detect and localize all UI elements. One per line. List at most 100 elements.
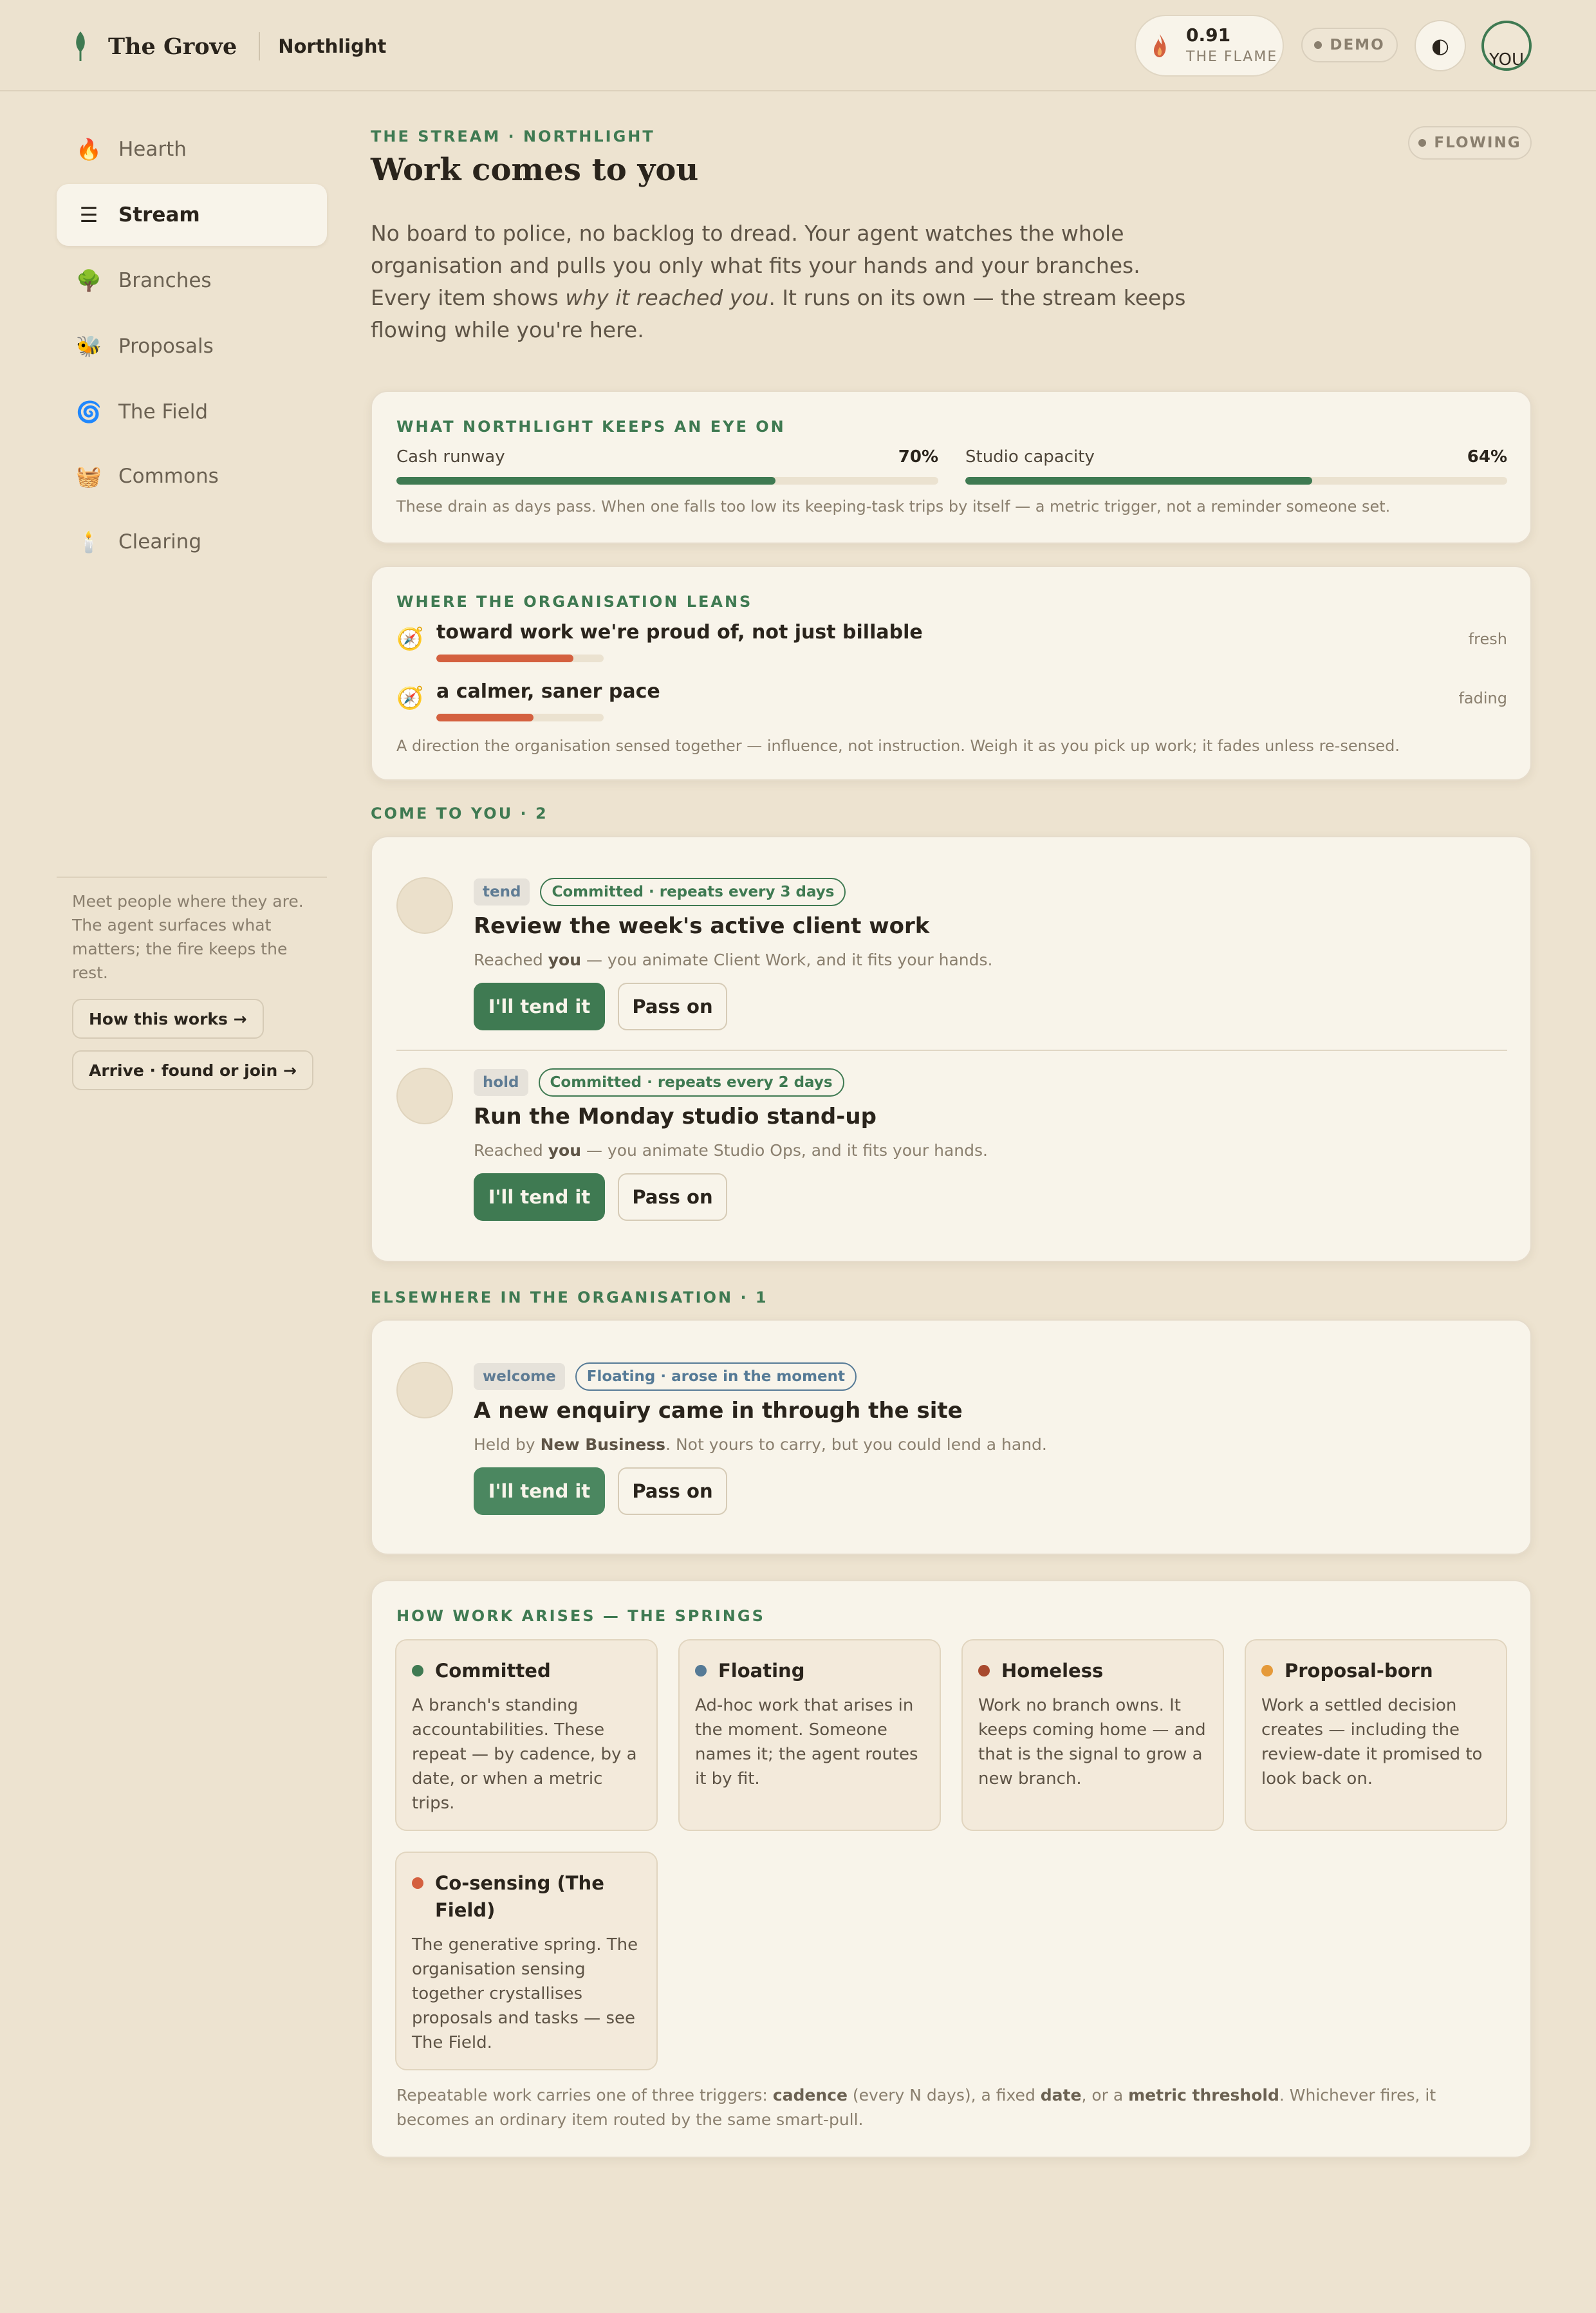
sidebar-divider [57, 877, 327, 878]
candle-icon: 🕯️ [76, 530, 102, 554]
sidebar-item-proposals[interactable]: 🐝 Proposals [57, 315, 327, 377]
foot-emphasis: metric threshold [1128, 2086, 1279, 2104]
spring-dot-icon [695, 1665, 707, 1677]
item-divider [396, 1050, 1507, 1051]
metric-label: Studio capacity [965, 447, 1095, 467]
basket-icon: 🧺 [76, 464, 102, 488]
tree-icon: 🌳 [76, 268, 102, 293]
tend-button[interactable]: I'll tend it [474, 1467, 605, 1515]
come-to-you-heading: COME TO YOU · 2 [371, 804, 548, 822]
half-circle-icon: ◐ [1431, 33, 1449, 58]
item-kind-tag: hold [474, 1069, 528, 1096]
stream-item: tend Committed · repeats every 3 days Re… [396, 877, 1507, 1032]
stream-item: hold Committed · repeats every 2 days Ru… [396, 1068, 1507, 1222]
metric-value: 70% [898, 447, 938, 467]
sidebar-item-stream[interactable]: ☰ Stream [57, 184, 327, 246]
tend-button[interactable]: I'll tend it [474, 1173, 605, 1221]
metric-bar-fill [965, 477, 1312, 485]
item-kind-tag: tend [474, 878, 530, 906]
page-eyebrow: THE STREAM · NORTHLIGHT [371, 127, 655, 145]
spiral-icon: 🌀 [76, 400, 102, 424]
lean-strength-bar [436, 655, 604, 662]
spring-floating: Floating Ad-hoc work that arises in the … [678, 1639, 941, 1831]
item-spring-tag: Committed · repeats every 2 days [538, 1068, 844, 1097]
brand[interactable]: The Grove Northlight [72, 28, 386, 64]
spring-body: Ad-hoc work that arises in the moment. S… [695, 1696, 918, 1788]
item-reason: Reached you — you animate Studio Ops, an… [474, 1141, 988, 1160]
foot-emphasis: date [1040, 2086, 1082, 2104]
bee-icon: 🐝 [76, 334, 102, 358]
user-avatar[interactable]: YOU [1481, 21, 1532, 71]
metric-label: Cash runway [396, 447, 505, 467]
sidebar-item-hearth[interactable]: 🔥 Hearth [57, 118, 327, 180]
how-this-works-button[interactable]: How this works → [72, 999, 264, 1039]
reason-emphasis: New Business [540, 1435, 666, 1454]
lean-item[interactable]: 🧭 a calmer, saner pace fading [396, 680, 1507, 725]
reason-text: Reached [474, 1141, 548, 1160]
item-reason: Held by New Business. Not yours to carry… [474, 1435, 1047, 1454]
spring-body: Work no branch owns. It keeps coming hom… [978, 1696, 1206, 1788]
lean-text: a calmer, saner pace [436, 680, 660, 703]
page-title: Work comes to you [371, 152, 699, 188]
flow-status-label: FLOWING [1434, 135, 1521, 151]
sidebar-item-clearing[interactable]: 🕯️ Clearing [57, 511, 327, 573]
lean-strength-fill [436, 714, 534, 721]
spring-proposal-born: Proposal-born Work a settled decision cr… [1245, 1639, 1507, 1831]
pass-button[interactable]: Pass on [618, 1173, 727, 1221]
spring-homeless: Homeless Work no branch owns. It keeps c… [961, 1639, 1224, 1831]
reason-text: Held by [474, 1435, 541, 1454]
springs-eyebrow: HOW WORK ARISES — THE SPRINGS [396, 1607, 765, 1625]
elsewhere-heading: ELSEWHERE IN THE ORGANISATION · 1 [371, 1288, 768, 1306]
item-reason: Reached you — you animate Client Work, a… [474, 951, 992, 969]
intro-emphasis: why it reached you [565, 285, 769, 310]
spring-body: Work a settled decision creates — includ… [1261, 1696, 1483, 1788]
foot-emphasis: cadence [772, 2086, 848, 2104]
flame-indicator[interactable]: 0.91 THE FLAME [1135, 15, 1284, 77]
spring-dot-icon [412, 1877, 423, 1889]
sidebar-item-label: Commons [118, 465, 219, 488]
top-bar: The Grove Northlight 0.91 THE FLAME DEMO… [0, 0, 1596, 91]
page-intro: No board to police, no backlog to dread.… [371, 218, 1201, 346]
sidebar-item-label: Clearing [118, 530, 202, 553]
compass-icon: 🧭 [396, 685, 424, 711]
lean-state: fading [1458, 689, 1507, 707]
demo-badge: DEMO [1301, 28, 1398, 62]
metric-bar-fill [396, 477, 776, 485]
lean-state: fresh [1468, 630, 1507, 648]
spring-dot-icon [978, 1665, 990, 1677]
item-title: Run the Monday studio stand-up [474, 1104, 877, 1129]
sidebar-item-label: The Field [118, 400, 209, 423]
metric-bar [396, 477, 938, 485]
spring-name: Committed [435, 1660, 551, 1682]
metric-bar [965, 477, 1507, 485]
lean-text: toward work we're proud of, not just bil… [436, 621, 923, 644]
leans-eyebrow: WHERE THE ORGANISATION LEANS [396, 593, 753, 611]
flow-status-badge: FLOWING [1408, 126, 1532, 160]
sidebar-item-label: Stream [118, 203, 200, 227]
spring-committed: Committed A branch's standing accountabi… [395, 1639, 658, 1831]
demo-label: DEMO [1330, 37, 1385, 53]
item-title: A new enquiry came in through the site [474, 1398, 963, 1424]
tend-button[interactable]: I'll tend it [474, 983, 605, 1030]
arrive-button[interactable]: Arrive · found or join → [72, 1050, 313, 1090]
avatar-alt-text: YOU [1489, 50, 1524, 70]
lean-item[interactable]: 🧭 toward work we're proud of, not just b… [396, 621, 1507, 666]
pass-button[interactable]: Pass on [618, 1467, 727, 1515]
metrics-card: WHAT NORTHLIGHT KEEPS AN EYE ON Cash run… [371, 391, 1532, 544]
sidebar-item-the-field[interactable]: 🌀 The Field [57, 381, 327, 443]
metric-value: 64% [1467, 447, 1507, 467]
metrics-eyebrow: WHAT NORTHLIGHT KEEPS AN EYE ON [396, 418, 786, 436]
spring-name: Floating [718, 1660, 805, 1682]
foot-text: , or a [1081, 2086, 1129, 2104]
brand-separator [259, 32, 261, 60]
spring-body: The generative spring. The organisation … [412, 1935, 638, 2052]
compass-icon: 🧭 [396, 626, 424, 652]
sidebar-item-branches[interactable]: 🌳 Branches [57, 250, 327, 311]
sidebar-item-commons[interactable]: 🧺 Commons [57, 445, 327, 507]
spring-name: Proposal-born [1285, 1660, 1433, 1682]
theme-toggle-button[interactable]: ◐ [1415, 20, 1466, 71]
pass-button[interactable]: Pass on [618, 983, 727, 1030]
metric-cash-runway: Cash runway 70% [396, 447, 938, 485]
sidebar-item-label: Branches [118, 269, 212, 292]
springs-card: HOW WORK ARISES — THE SPRINGS Committed … [371, 1580, 1532, 2158]
